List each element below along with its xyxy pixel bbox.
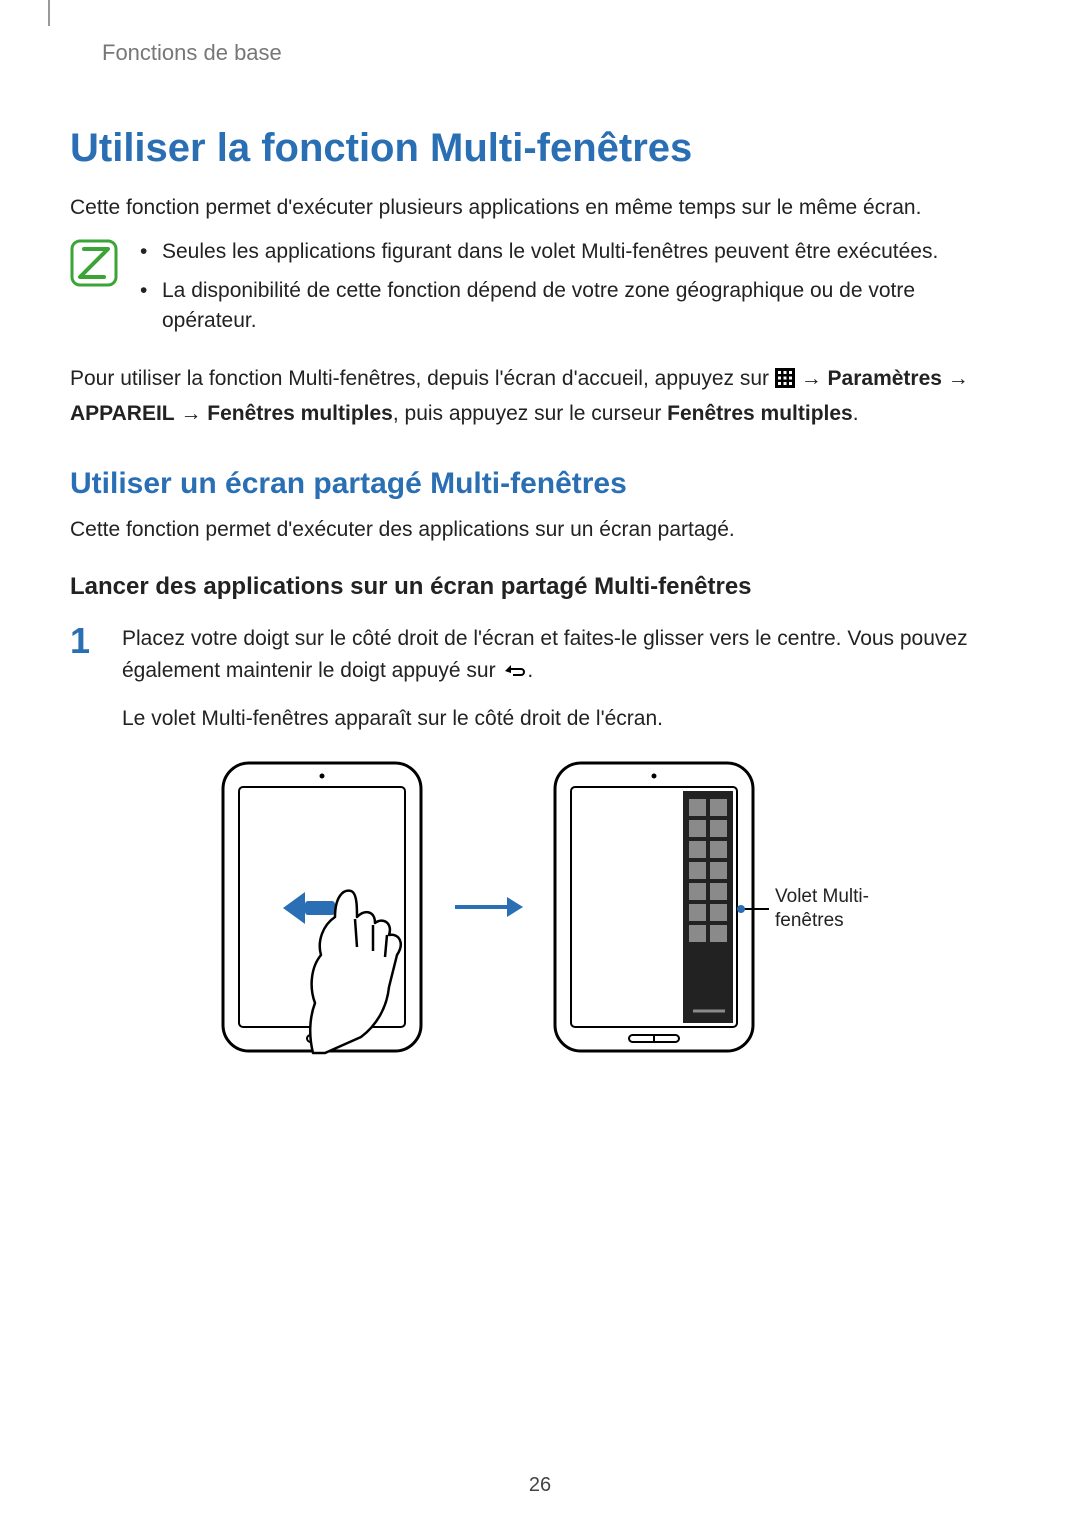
usage-end: . [853, 402, 859, 425]
apps-grid-icon [775, 366, 795, 399]
callout: Volet Multi-fenêtres [741, 885, 915, 934]
appareil-label: APPAREIL [70, 402, 175, 425]
usage-paragraph: Pour utiliser la fonction Multi-fenêtres… [70, 363, 1010, 431]
usage-mid: , puis appuyez sur le curseur [393, 402, 667, 425]
subtitle-desc: Cette fonction permet d'exécuter des app… [70, 515, 1010, 545]
arrow-text: → [942, 367, 969, 390]
step1-text-b: . [527, 659, 533, 682]
callout-label: Volet Multi-fenêtres [775, 885, 915, 934]
header-tick [48, 0, 50, 26]
note-box: Seules les applications figurant dans le… [70, 237, 1010, 344]
subsection-title: Lancer des applications sur un écran par… [70, 573, 1010, 601]
arrow-right-icon [453, 895, 523, 924]
step-number: 1 [70, 623, 100, 1062]
callout-line [741, 908, 769, 910]
fenetres-label: Fenêtres multiples [207, 402, 393, 425]
tablet-panel-group: Volet Multi-fenêtres [549, 757, 915, 1062]
tablet-panel-illustration [549, 757, 759, 1062]
arrow-text: → [795, 367, 828, 390]
note-list: Seules les applications figurant dans le… [140, 237, 1010, 344]
step-line-2: Le volet Multi-fenêtres apparaît sur le … [122, 703, 1010, 735]
step-body: Placez votre doigt sur le côté droit de … [122, 623, 1010, 1062]
page-content: Fonctions de base Utiliser la fonction M… [0, 0, 1080, 1062]
note-icon [70, 239, 118, 292]
section-subtitle: Utiliser un écran partagé Multi-fenêtres [70, 467, 1010, 501]
page-title: Utiliser la fonction Multi-fenêtres [70, 126, 1010, 171]
fenetres-label-2: Fenêtres multiples [667, 402, 853, 425]
note-item: Seules les applications figurant dans le… [140, 237, 1010, 267]
step-line-1: Placez votre doigt sur le côté droit de … [122, 623, 1010, 689]
note-item: La disponibilité de cette fonction dépen… [140, 276, 1010, 337]
tablet-swipe-illustration [217, 757, 427, 1062]
usage-text: Pour utiliser la fonction Multi-fenêtres… [70, 367, 775, 390]
back-icon [501, 658, 527, 690]
step1-text-a: Placez votre doigt sur le côté droit de … [122, 627, 968, 682]
breadcrumb: Fonctions de base [102, 40, 1010, 66]
figure-swipe: Volet Multi-fenêtres [122, 757, 1010, 1062]
step-1: 1 Placez votre doigt sur le côté droit d… [70, 623, 1010, 1062]
params-label: Paramètres [828, 367, 942, 390]
page-number: 26 [0, 1474, 1080, 1497]
arrow-text: → [175, 402, 208, 425]
intro-paragraph: Cette fonction permet d'exécuter plusieu… [70, 193, 1010, 223]
